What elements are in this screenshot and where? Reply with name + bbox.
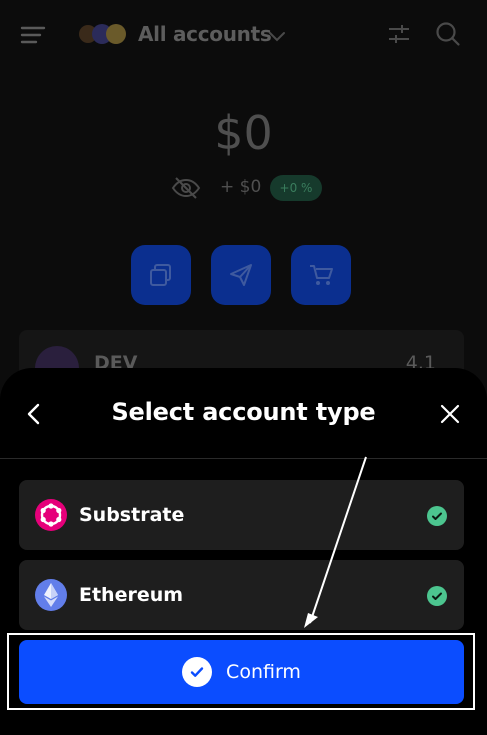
confirm-label: Confirm bbox=[226, 661, 301, 683]
check-icon bbox=[427, 586, 447, 606]
eye-off-icon[interactable] bbox=[170, 174, 202, 202]
chevron-down-icon[interactable] bbox=[266, 25, 288, 47]
select-account-type-sheet: Select account type Substrate Ethereum C… bbox=[0, 368, 487, 735]
balance-change: + $0 bbox=[220, 177, 262, 197]
sheet-title: Select account type bbox=[111, 398, 376, 426]
search-icon[interactable] bbox=[434, 20, 462, 48]
cart-icon bbox=[310, 265, 333, 285]
close-icon[interactable] bbox=[436, 400, 464, 428]
divider bbox=[0, 458, 487, 459]
option-label: Substrate bbox=[79, 504, 185, 526]
check-circle-icon bbox=[182, 657, 213, 687]
menu-icon[interactable] bbox=[20, 22, 46, 48]
change-percent-badge: +0 % bbox=[270, 175, 322, 201]
filter-icon[interactable] bbox=[386, 21, 412, 47]
send-button[interactable] bbox=[211, 245, 271, 305]
ethereum-icon bbox=[35, 579, 67, 611]
option-substrate[interactable]: Substrate bbox=[19, 480, 464, 550]
accounts-selector-title[interactable]: All accounts bbox=[138, 22, 272, 46]
copy-address-button[interactable] bbox=[131, 245, 191, 305]
option-ethereum[interactable]: Ethereum bbox=[19, 560, 464, 630]
top-bar: All accounts bbox=[0, 0, 487, 70]
buy-button[interactable] bbox=[291, 245, 351, 305]
option-label: Ethereum bbox=[79, 584, 184, 606]
confirm-button[interactable]: Confirm bbox=[19, 640, 464, 704]
copy-icon bbox=[150, 264, 171, 286]
check-icon bbox=[427, 506, 447, 526]
polkadot-icon bbox=[35, 499, 67, 531]
total-balance: $0 bbox=[214, 106, 273, 160]
send-icon bbox=[230, 264, 252, 286]
account-logos-icon[interactable] bbox=[78, 21, 128, 47]
